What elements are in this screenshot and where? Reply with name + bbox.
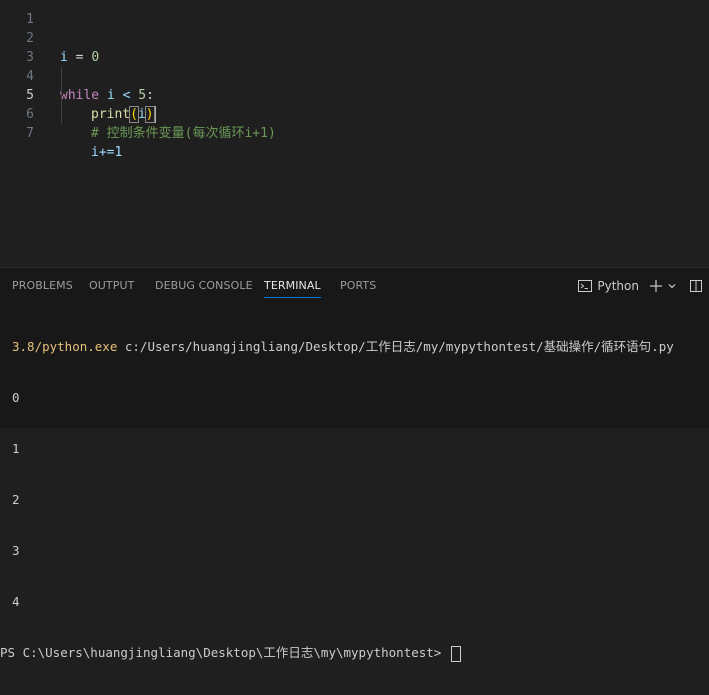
terminal-output-line: 0 [12,390,20,405]
plus-icon[interactable] [649,279,663,293]
split-icon[interactable] [689,279,703,293]
code-line-1[interactable]: 1 [0,0,709,27]
tab-terminal[interactable]: TERMINAL [264,268,321,304]
code-line-6[interactable]: 6 # 控制条件变量(每次循环i+1) [0,86,709,141]
code-line-5[interactable]: 5 print(i) [0,67,709,123]
tab-problems[interactable]: PROBLEMS [12,268,73,304]
code-line-2[interactable]: 2 i = 0 [0,10,709,65]
tab-ports[interactable]: PORTS [340,268,376,304]
bottom-panel: PROBLEMS OUTPUT DEBUG CONSOLE TERMINAL P… [0,267,709,662]
terminal-command-line: 3.8/python.exe c:/Users/huangjingliang/D… [12,339,674,354]
terminal-cursor [450,645,461,662]
line-number: 7 [26,126,34,141]
terminal-toolbar: Python [573,268,709,304]
terminal-output-line: 4 [12,594,20,609]
code-editor[interactable]: 1 2 i = 0 3 4 while i < 5: 5 print(i) 6 … [0,0,709,267]
code-line-3[interactable]: 3 [0,29,709,65]
tab-debug-console[interactable]: DEBUG CONSOLE [155,268,253,304]
code-line-7[interactable]: 7 i+=1 [0,105,709,160]
code-line-4[interactable]: 4 while i < 5: [0,48,709,103]
terminal-icon[interactable] [577,278,593,294]
terminal-prompt-line[interactable]: PS C:\Users\huangjingliang\Desktop\工作日志\… [0,644,702,662]
chevron-down-icon[interactable] [667,281,677,291]
terminal-output-line: 1 [12,441,20,456]
code-text: i+=1 [91,145,123,160]
terminal-prompt: PS C:\Users\huangjingliang\Desktop\工作日志\… [0,645,449,660]
code-comment: # 控制条件变量(每次循环i+1) [91,126,276,141]
terminal-output-line: 3 [12,543,20,558]
tab-output[interactable]: OUTPUT [89,268,134,304]
terminal-output-line: 2 [12,492,20,507]
terminal-output[interactable]: 3.8/python.exe c:/Users/huangjingliang/D… [0,304,702,695]
terminal-profile-label[interactable]: Python [597,279,639,293]
